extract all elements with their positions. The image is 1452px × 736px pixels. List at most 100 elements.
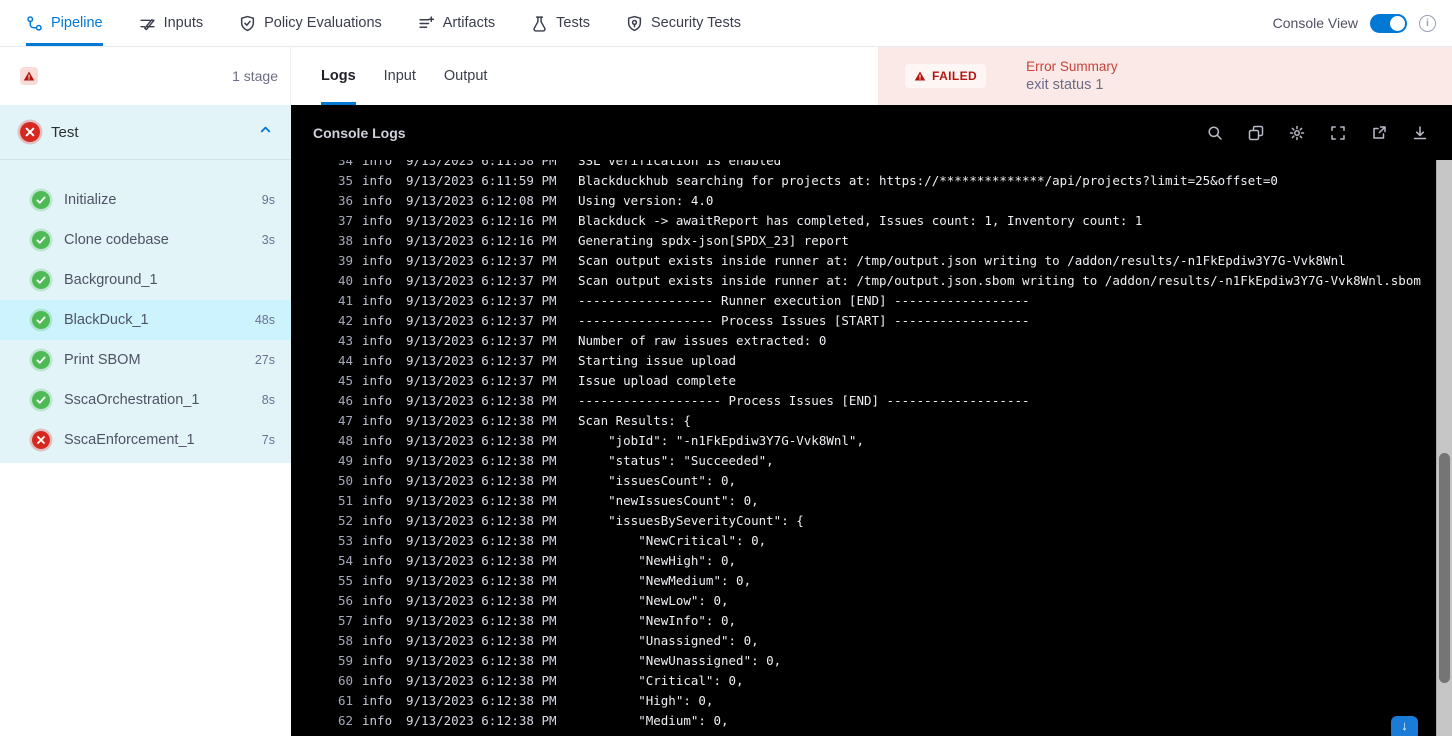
download-icon[interactable]: [1412, 125, 1428, 141]
info-icon[interactable]: i: [1419, 14, 1436, 32]
log-level: info: [362, 553, 393, 568]
scroll-to-bottom-button[interactable]: ↓: [1391, 716, 1418, 736]
log-tab[interactable]: Logs: [321, 47, 356, 105]
log-message: ------------------ Process Issues [START…: [578, 313, 1030, 328]
fullscreen-icon[interactable]: [1330, 125, 1346, 141]
step-row[interactable]: Initialize 9s: [0, 180, 291, 220]
scrollbar-thumb[interactable]: [1439, 453, 1450, 683]
log-timestamp: 9/13/2023 6:12:37 PM: [406, 273, 557, 288]
log-timestamp: 9/13/2023 6:12:37 PM: [406, 373, 557, 388]
log-line-number: 53: [337, 533, 353, 548]
log-row: 40 info 9/13/2023 6:12:37 PM Scan output…: [315, 271, 1452, 291]
stage-header-test[interactable]: Test: [0, 105, 291, 160]
search-icon[interactable]: [1207, 125, 1223, 141]
step-success-icon: [32, 191, 50, 209]
nav-tab-inputs[interactable]: Inputs: [139, 0, 203, 46]
log-row: 42 info 9/13/2023 6:12:37 PM -----------…: [315, 311, 1452, 331]
log-timestamp: 9/13/2023 6:12:38 PM: [406, 473, 557, 488]
console-log-viewport[interactable]: 34 info 9/13/2023 6:11:58 PM SSL verific…: [291, 160, 1452, 736]
log-level: info: [362, 373, 393, 388]
log-level: info: [362, 713, 393, 728]
nav-tab-pipeline[interactable]: Pipeline: [26, 0, 103, 46]
log-row: 50 info 9/13/2023 6:12:38 PM "issuesCoun…: [315, 471, 1452, 491]
error-summary: FAILED Error Summary exit status 1: [878, 47, 1452, 105]
log-timestamp: 9/13/2023 6:12:38 PM: [406, 453, 557, 468]
log-timestamp: 9/13/2023 6:12:37 PM: [406, 313, 557, 328]
log-tab[interactable]: Input: [384, 47, 416, 105]
error-summary-message: exit status 1: [1026, 77, 1104, 93]
step-name: Clone codebase: [64, 232, 169, 248]
nav-tab-artifacts[interactable]: Artifacts: [418, 0, 495, 46]
log-level: info: [362, 673, 393, 688]
chevron-up-icon[interactable]: [258, 122, 273, 142]
step-row[interactable]: Background_1: [0, 260, 291, 300]
sidebar-header: 1 stage: [0, 47, 291, 105]
open-in-new-icon[interactable]: [1371, 125, 1387, 141]
log-message: Using version: 4.0: [578, 193, 714, 208]
log-message: "Critical": 0,: [578, 673, 744, 688]
step-row[interactable]: BlackDuck_1 48s: [0, 300, 291, 340]
step-duration: 8s: [261, 393, 275, 407]
error-summary-title: Error Summary: [1026, 59, 1118, 74]
nav-tab-tests[interactable]: Tests: [531, 0, 590, 46]
log-line-number: 39: [337, 253, 353, 268]
log-row: 35 info 9/13/2023 6:11:59 PM Blackduckhu…: [315, 171, 1452, 191]
step-row[interactable]: Clone codebase 3s: [0, 220, 291, 260]
log-level: info: [362, 413, 393, 428]
log-timestamp: 9/13/2023 6:12:37 PM: [406, 253, 557, 268]
step-row[interactable]: SscaOrchestration_1 8s: [0, 380, 291, 420]
console-view-toggle[interactable]: [1370, 13, 1407, 33]
step-success-icon: [32, 391, 50, 409]
log-row: 47 info 9/13/2023 6:12:38 PM Scan Result…: [315, 411, 1452, 431]
log-message: SSL verification is enabled: [578, 160, 782, 168]
step-row[interactable]: Print SBOM 27s: [0, 340, 291, 380]
nav-tabs: Pipeline Inputs Policy Evaluations Artif…: [26, 0, 741, 46]
copy-icon[interactable]: [1248, 125, 1264, 141]
top-navigation: Pipeline Inputs Policy Evaluations Artif…: [0, 0, 1452, 47]
log-message: Blackduckhub searching for projects at: …: [578, 173, 1278, 188]
step-name: Print SBOM: [64, 352, 141, 368]
console-scrollbar[interactable]: [1436, 160, 1452, 736]
log-row: 57 info 9/13/2023 6:12:38 PM "NewInfo": …: [315, 611, 1452, 631]
log-timestamp: 9/13/2023 6:12:38 PM: [406, 433, 557, 448]
log-message: Scan output exists inside runner at: /tm…: [578, 273, 1421, 288]
log-line-number: 43: [337, 333, 353, 348]
log-message: Blackduck -> awaitReport has completed, …: [578, 213, 1143, 228]
log-line-number: 37: [337, 213, 353, 228]
log-row: 51 info 9/13/2023 6:12:38 PM "newIssuesC…: [315, 491, 1452, 511]
log-line-number: 52: [337, 513, 353, 528]
log-row: 62 info 9/13/2023 6:12:38 PM "Medium": 0…: [315, 711, 1452, 731]
failed-badge-label: FAILED: [932, 69, 978, 83]
log-line-number: 58: [337, 633, 353, 648]
step-name: BlackDuck_1: [64, 312, 149, 328]
log-message: ------------------- Process Issues [END]…: [578, 393, 1030, 408]
log-row: 54 info 9/13/2023 6:12:38 PM "NewHigh": …: [315, 551, 1452, 571]
log-timestamp: 9/13/2023 6:12:38 PM: [406, 673, 557, 688]
log-timestamp: 9/13/2023 6:12:38 PM: [406, 553, 557, 568]
log-row: 56 info 9/13/2023 6:12:38 PM "NewLow": 0…: [315, 591, 1452, 611]
main-panel: Logs Input Output FAILED Error Summary e…: [291, 47, 1452, 736]
log-message: Issue upload complete: [578, 373, 737, 388]
log-line-number: 57: [337, 613, 353, 628]
log-level: info: [362, 513, 393, 528]
step-success-icon: [32, 231, 50, 249]
log-line-number: 54: [337, 553, 353, 568]
step-row[interactable]: SscaEnforcement_1 7s: [0, 420, 291, 460]
log-timestamp: 9/13/2023 6:12:16 PM: [406, 213, 557, 228]
log-line-number: 61: [337, 693, 353, 708]
log-level: info: [362, 233, 393, 248]
security-tests-icon: [627, 15, 642, 31]
nav-tab-policy-evaluations[interactable]: Policy Evaluations: [239, 0, 382, 46]
log-row: 58 info 9/13/2023 6:12:38 PM "Unassigned…: [315, 631, 1452, 651]
log-tab[interactable]: Output: [444, 47, 488, 105]
step-duration: 7s: [261, 433, 275, 447]
settings-gear-icon[interactable]: [1289, 125, 1305, 141]
log-level: info: [362, 393, 393, 408]
step-duration: 27s: [254, 353, 275, 367]
log-timestamp: 9/13/2023 6:12:38 PM: [406, 493, 557, 508]
execution-sidebar: 1 stage Test Initialize 9s Clone codebas…: [0, 47, 291, 736]
step-success-icon: [32, 271, 50, 289]
log-message: "NewLow": 0,: [578, 593, 729, 608]
log-message: "NewHigh": 0,: [578, 553, 737, 568]
nav-tab-security-tests[interactable]: Security Tests: [626, 0, 741, 46]
